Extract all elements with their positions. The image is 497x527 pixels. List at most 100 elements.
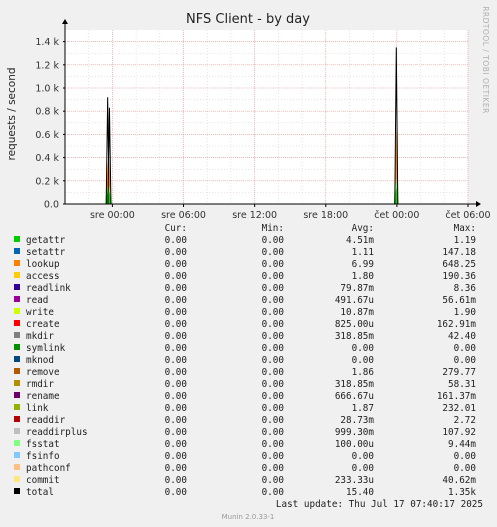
legend-min-create: 0.00 (262, 319, 284, 330)
chart-title: NFS Client - by day (186, 12, 310, 27)
legend-cur-mknod: 0.00 (165, 355, 187, 366)
legend-avg-rmdir: 318.85m (335, 379, 375, 390)
legend-label-lookup: lookup (26, 259, 60, 270)
legend-max-fsinfo: 0.00 (454, 451, 476, 462)
legend-cur-fsinfo: 0.00 (165, 451, 187, 462)
legend-label-total: total (26, 487, 54, 498)
legend-avg-total: 15.40 (346, 487, 374, 498)
legend-swatch-readdirplus (14, 428, 20, 434)
legend-cur-readdirplus: 0.00 (165, 427, 187, 438)
legend-max-pathconf: 0.00 (454, 463, 476, 474)
legend-max-rmdir: 58.31 (448, 379, 476, 390)
y-tick-label: 0.8 k (35, 107, 59, 118)
legend-max-write: 1.90 (454, 307, 476, 318)
munin-version: Munin 2.0.33-1 (222, 513, 275, 521)
y-tick-label: 1.4 k (35, 37, 59, 48)
legend-max-readdirplus: 107.92 (442, 427, 476, 438)
legend-cur-commit: 0.00 (165, 475, 187, 486)
legend-avg-readdirplus: 999.30m (335, 427, 375, 438)
legend-label-fsstat: fsstat (26, 439, 60, 450)
legend-label-readlink: readlink (26, 283, 71, 294)
legend-swatch-remove (14, 368, 20, 374)
legend-swatch-readdir (14, 416, 20, 422)
legend-max-mknod: 0.00 (454, 355, 476, 366)
legend-avg-readdir: 28.73m (340, 415, 374, 426)
legend-max-readdir: 2.72 (454, 415, 476, 426)
legend-min-link: 0.00 (262, 403, 284, 414)
legend-min-access: 0.00 (262, 271, 284, 282)
legend-label-read: read (26, 295, 48, 306)
y-tick-label: 0.6 k (35, 130, 59, 141)
legend-min-mkdir: 0.00 (262, 331, 284, 342)
legend-swatch-rmdir (14, 380, 20, 386)
legend-swatch-readlink (14, 284, 20, 290)
legend-max-create: 162.91m (437, 319, 477, 330)
legend-max-getattr: 1.19 (454, 235, 476, 246)
legend-avg-readlink: 79.87m (340, 283, 374, 294)
y-axis-label: requests / second (6, 67, 18, 160)
legend-cur-rmdir: 0.00 (165, 379, 187, 390)
legend-swatch-lookup (14, 260, 20, 266)
plot-area (65, 30, 468, 204)
x-tick-label: čet 06:00 (445, 210, 490, 221)
legend-min-readdir: 0.00 (262, 415, 284, 426)
legend-swatch-commit (14, 476, 20, 482)
legend-cur-readdir: 0.00 (165, 415, 187, 426)
legend-min-lookup: 0.00 (262, 259, 284, 270)
legend-max-lookup: 648.25 (442, 259, 476, 270)
legend-cur-mkdir: 0.00 (165, 331, 187, 342)
rrdtool-credit: RRDTOOL / TOBI OETIKER (481, 6, 490, 114)
y-tick-label: 1.0 k (35, 84, 59, 95)
legend-label-link: link (26, 403, 49, 414)
legend-min-remove: 0.00 (262, 367, 284, 378)
legend-swatch-total (14, 488, 20, 494)
legend-header-min: Min: (262, 223, 284, 234)
legend-swatch-fsstat (14, 440, 20, 446)
legend-min-pathconf: 0.00 (262, 463, 284, 474)
legend-label-write: write (26, 307, 54, 318)
legend-swatch-symlink (14, 344, 20, 350)
legend-cur-write: 0.00 (165, 307, 187, 318)
legend-label-rename: rename (26, 391, 60, 402)
legend-cur-getattr: 0.00 (165, 235, 187, 246)
x-tick-label: sre 06:00 (161, 210, 206, 221)
legend-label-readdir: readdir (26, 415, 66, 426)
legend-swatch-getattr (14, 236, 20, 242)
legend-cur-lookup: 0.00 (165, 259, 187, 270)
legend-header-cur: Cur: (165, 223, 187, 234)
legend-swatch-pathconf (14, 464, 20, 470)
legend-swatch-setattr (14, 248, 20, 254)
legend-label-fsinfo: fsinfo (26, 451, 60, 462)
legend-label-setattr: setattr (26, 247, 66, 258)
legend-avg-write: 10.87m (340, 307, 374, 318)
legend-cur-pathconf: 0.00 (165, 463, 187, 474)
legend-swatch-access (14, 272, 20, 278)
legend-cur-read: 0.00 (165, 295, 187, 306)
legend-min-setattr: 0.00 (262, 247, 284, 258)
legend-swatch-create (14, 320, 20, 326)
legend-avg-lookup: 6.99 (352, 259, 374, 270)
legend-cur-create: 0.00 (165, 319, 187, 330)
legend-avg-read: 491.67u (335, 295, 374, 306)
legend-cur-setattr: 0.00 (165, 247, 187, 258)
legend-avg-pathconf: 0.00 (352, 463, 374, 474)
legend-max-rename: 161.37m (437, 391, 477, 402)
legend-avg-remove: 1.86 (352, 367, 374, 378)
legend-label-mknod: mknod (26, 355, 54, 366)
legend-header-avg: Avg: (352, 223, 374, 234)
legend-label-readdirplus: readdirplus (26, 427, 88, 438)
legend-max-remove: 279.77 (442, 367, 476, 378)
legend-header-max: Max: (454, 223, 476, 234)
legend-avg-mknod: 0.00 (352, 355, 374, 366)
legend-label-create: create (26, 319, 60, 330)
nfs-client-chart: NFS Client - by day requests / second RR… (0, 0, 497, 527)
y-tick-label: 0.0 (44, 200, 59, 211)
legend-label-getattr: getattr (26, 235, 66, 246)
legend-min-read: 0.00 (262, 295, 284, 306)
legend-max-total: 1.35k (448, 487, 476, 498)
legend-min-readdirplus: 0.00 (262, 427, 284, 438)
legend-avg-setattr: 1.11 (352, 247, 374, 258)
legend-label-remove: remove (26, 367, 60, 378)
legend-avg-commit: 233.33u (335, 475, 374, 486)
legend-min-readlink: 0.00 (262, 283, 284, 294)
